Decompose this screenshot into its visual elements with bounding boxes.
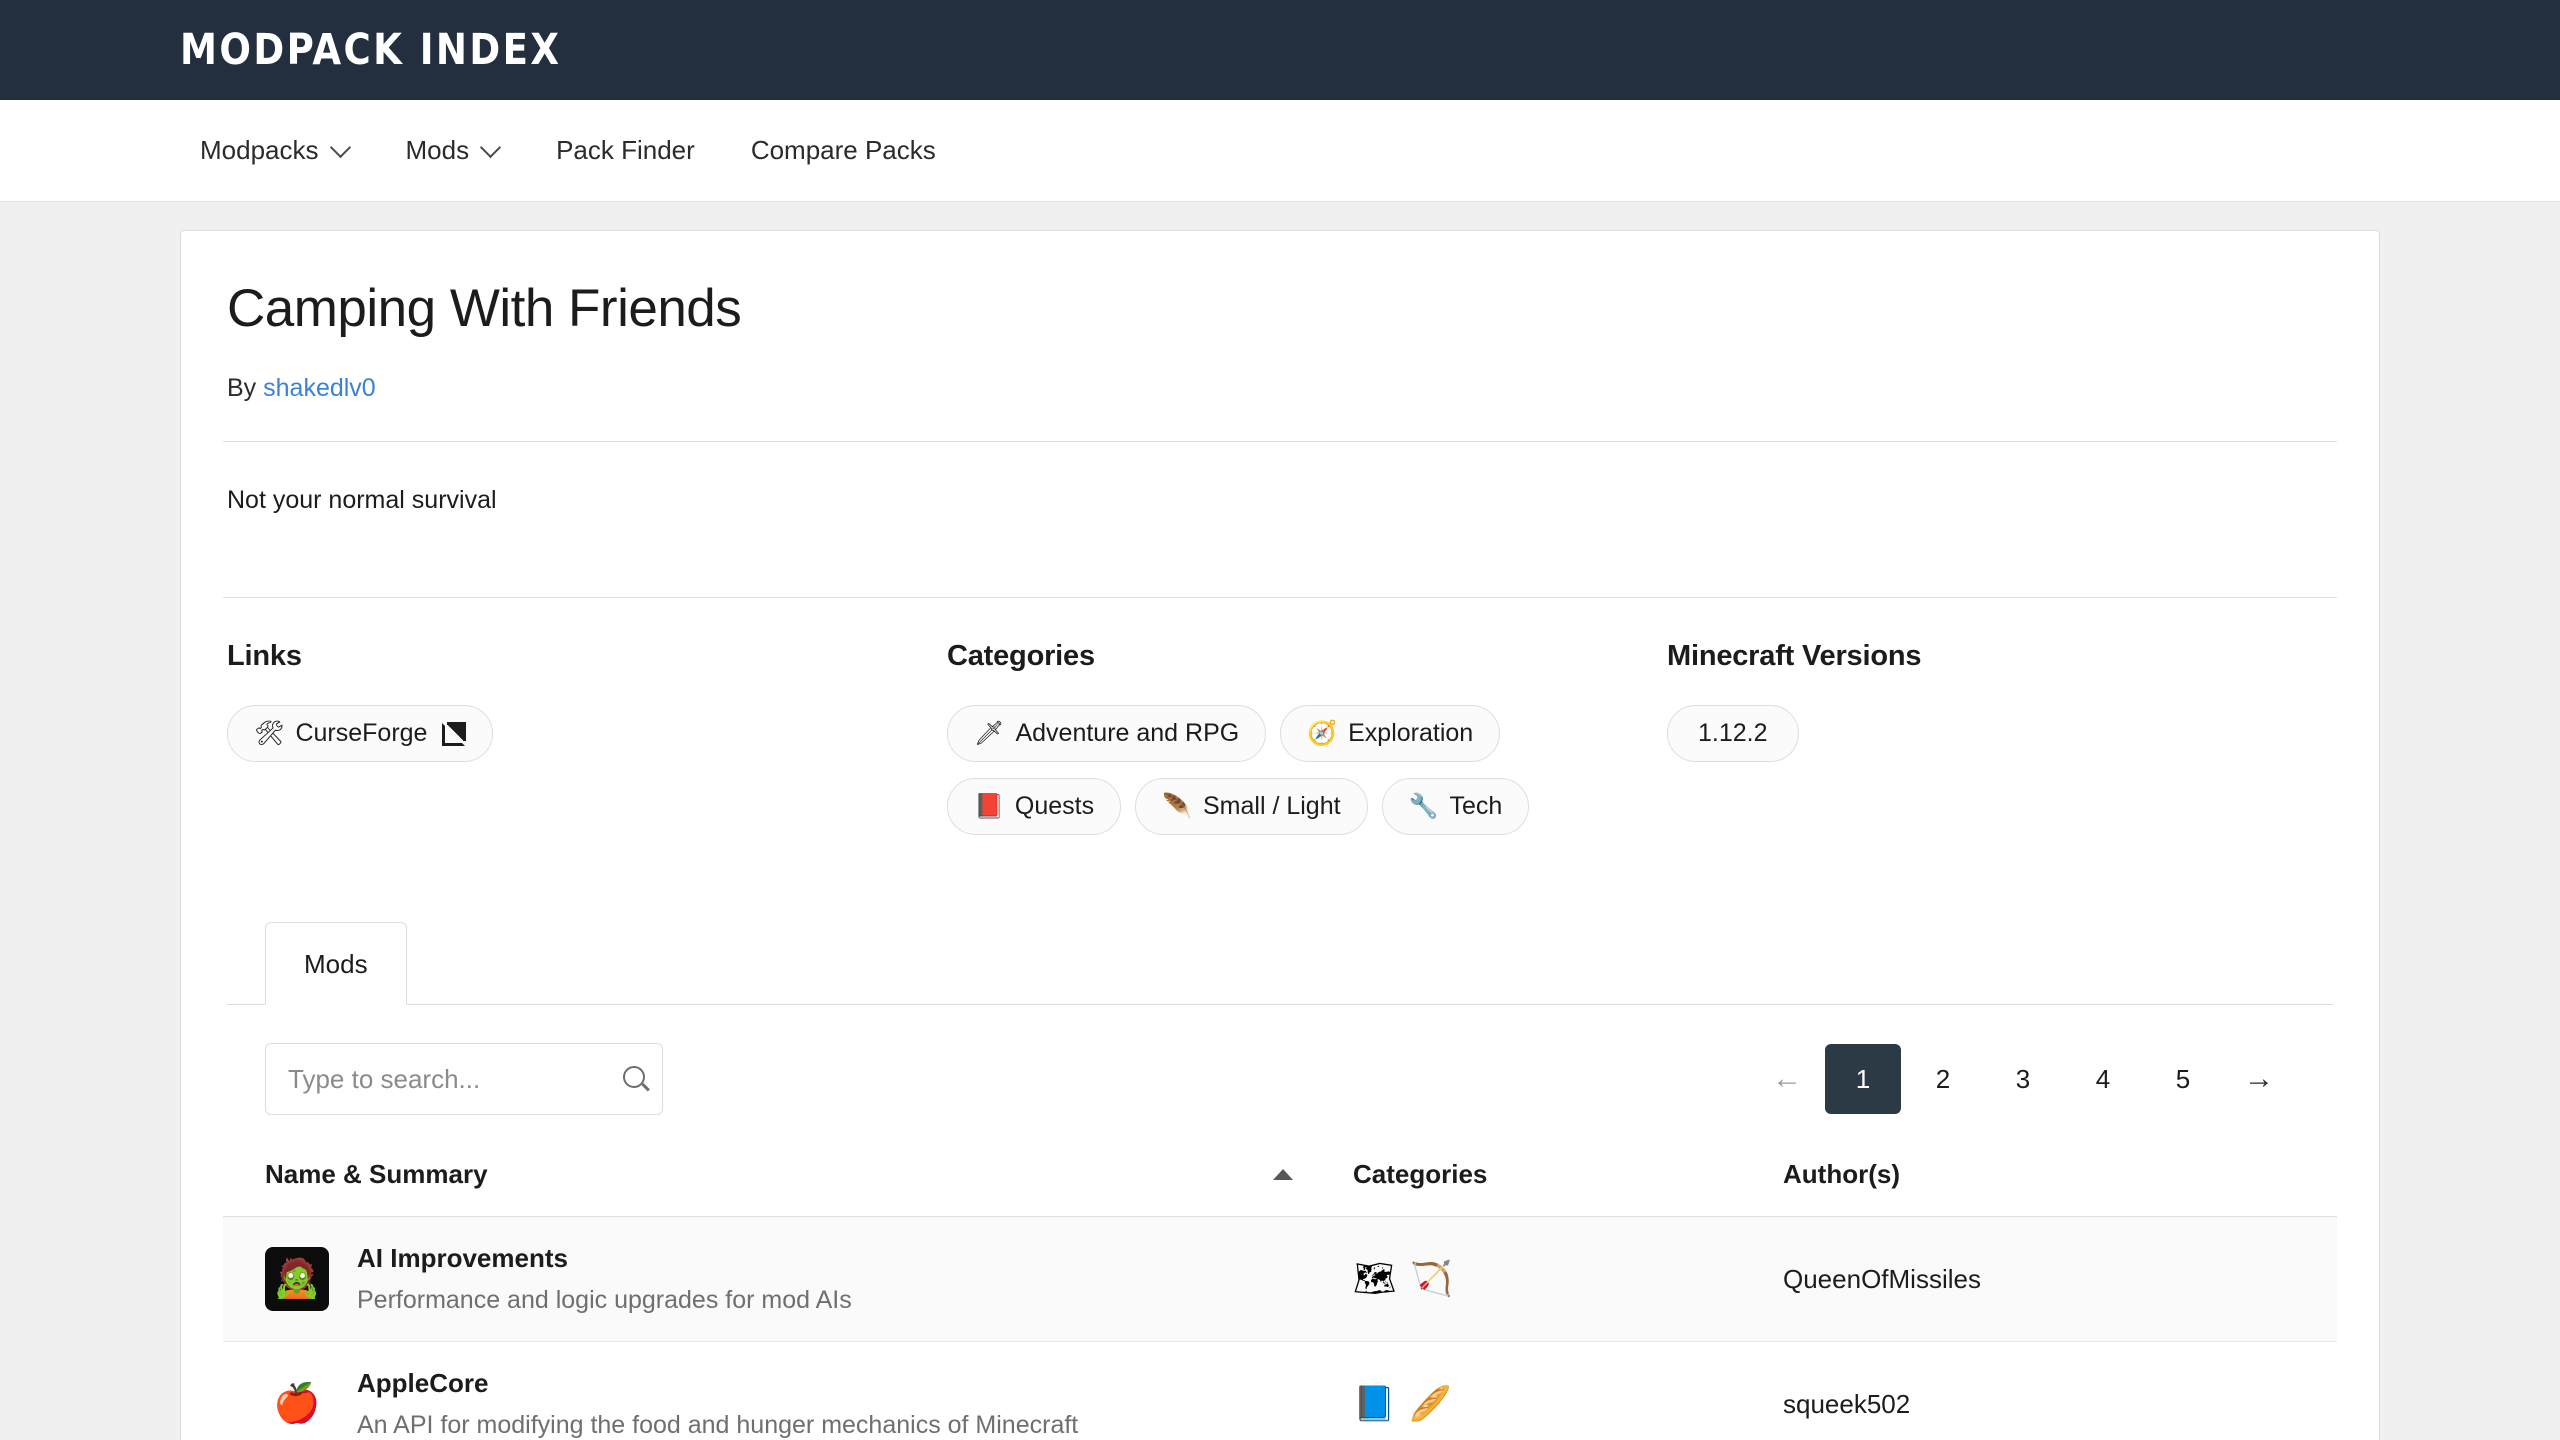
apple-core-icon: 🍎 — [273, 1383, 321, 1426]
minecraft-versions-section: Minecraft Versions 1.12.2 — [1667, 640, 2333, 836]
pagination-next[interactable]: → — [2225, 1044, 2293, 1114]
compass-icon: 🧭 — [1307, 719, 1338, 747]
pagination-page-2[interactable]: 2 — [1905, 1044, 1981, 1114]
category-label: Exploration — [1348, 718, 1474, 747]
pagination-page-4[interactable]: 4 — [2065, 1044, 2141, 1114]
nav-item-pack-finder[interactable]: Pack Finder — [556, 125, 695, 176]
version-label: 1.12.2 — [1698, 718, 1768, 747]
page-body: Camping With Friends By shakedlv0 Not yo… — [0, 202, 2560, 1440]
category-exploration[interactable]: 🧭 Exploration — [1280, 704, 1501, 763]
mod-summary: Performance and logic upgrades for mod A… — [357, 1286, 852, 1315]
search-input[interactable] — [288, 1063, 623, 1095]
category-tech[interactable]: 🔧 Tech — [1381, 778, 1530, 836]
page-title: Camping With Friends — [227, 279, 742, 338]
table-head: Name & Summary Categories Author(s) — [223, 1159, 2337, 1218]
chevron-down-icon — [482, 139, 500, 157]
mod-icon: 🧟 — [265, 1247, 329, 1312]
pagination-page-5[interactable]: 5 — [2145, 1044, 2221, 1114]
site-logo[interactable]: MODPACK INDEX — [180, 28, 561, 72]
links-section: Links 🛠 CurseForge — [227, 640, 947, 836]
category-label: Quests — [1014, 792, 1095, 821]
anvil-icon: 🛠 — [254, 719, 285, 747]
nav-item-label: Mods — [405, 135, 470, 165]
links-heading: Links — [227, 639, 302, 672]
mods-table: Name & Summary Categories Author(s) 🧟 AI… — [223, 1159, 2337, 1440]
mod-name-link[interactable]: AppleCore — [357, 1368, 1078, 1399]
version-badge[interactable]: 1.12.2 — [1667, 704, 1799, 763]
nav-item-modpacks[interactable]: Modpacks — [200, 125, 350, 176]
green-map-icon: 🗺 — [1353, 1260, 1397, 1299]
column-header-name[interactable]: Name & Summary — [223, 1159, 1353, 1218]
tab-mods[interactable]: Mods — [265, 922, 407, 1006]
category-label: Adventure and RPG — [1015, 718, 1240, 747]
pack-description: Not your normal survival — [227, 485, 497, 514]
nav-item-compare-packs[interactable]: Compare Packs — [751, 125, 936, 176]
feather-icon: 🪶 — [1162, 792, 1192, 820]
external-link-icon — [442, 721, 467, 746]
search-box[interactable] — [265, 1043, 663, 1116]
cell-name-summary: 🧟 AI Improvements Performance and logic … — [223, 1216, 1353, 1343]
cell-categories: 🗺 🏹 — [1353, 1216, 1783, 1343]
table-body: 🧟 AI Improvements Performance and logic … — [223, 1216, 2337, 1440]
cell-name-summary: 🍎 AppleCore An API for modifying the foo… — [223, 1341, 1353, 1440]
wrench-icon: 🔧 — [1408, 792, 1439, 820]
links-list: 🛠 CurseForge — [227, 704, 867, 763]
column-header-categories[interactable]: Categories — [1353, 1159, 1783, 1218]
author-link[interactable]: shakedlv0 — [263, 374, 376, 402]
categories-list: 🗡 Adventure and RPG 🧭 Exploration 📕 Ques… — [947, 704, 1587, 836]
nav-item-label: Pack Finder — [556, 135, 695, 165]
pagination-prev[interactable]: ← — [1753, 1044, 1821, 1114]
column-header-authors[interactable]: Author(s) — [1783, 1159, 2337, 1218]
cell-authors: QueenOfMissiles — [1783, 1216, 2337, 1343]
modpack-detail-card: Camping With Friends By shakedlv0 Not yo… — [180, 230, 2380, 1440]
byline: By shakedlv0 — [223, 374, 2337, 403]
table-row[interactable]: 🍎 AppleCore An API for modifying the foo… — [223, 1341, 2337, 1440]
category-label: Tech — [1449, 792, 1503, 821]
category-small-light[interactable]: 🪶 Small / Light — [1135, 778, 1368, 836]
tabs-area: Mods — [223, 921, 2337, 1006]
cell-authors: squeek502 — [1783, 1341, 2337, 1440]
category-quests[interactable]: 📕 Quests — [947, 778, 1122, 836]
link-label: CurseForge — [295, 718, 428, 747]
column-header-label: Name & Summary — [265, 1159, 488, 1190]
categories-heading: Categories — [947, 639, 1095, 672]
site-header: MODPACK INDEX — [0, 0, 2560, 100]
brown-book-icon: 📕 — [974, 792, 1004, 820]
table-toolbar: ← 1 2 3 4 5 → — [223, 1005, 2337, 1116]
bread-icon: 🥖 — [1409, 1385, 1452, 1424]
cell-categories: 📘 🥖 — [1353, 1341, 1783, 1440]
byline-prefix: By — [227, 373, 257, 402]
main-navigation: Modpacks Mods Pack Finder Compare Packs — [0, 100, 2560, 202]
caret-up-icon — [1273, 1169, 1293, 1181]
versions-list: 1.12.2 — [1667, 704, 2307, 763]
pagination-page-3[interactable]: 3 — [1985, 1044, 2061, 1114]
category-label: Small / Light — [1202, 792, 1341, 821]
chevron-down-icon — [332, 139, 350, 157]
pagination: ← 1 2 3 4 5 → — [1751, 1044, 2295, 1115]
mod-icon: 🍎 — [265, 1372, 329, 1437]
category-adventure-and-rpg[interactable]: 🗡 Adventure and RPG — [947, 704, 1267, 763]
table-row[interactable]: 🧟 AI Improvements Performance and logic … — [223, 1216, 2337, 1343]
bow-and-arrow-icon: 🏹 — [1410, 1260, 1453, 1299]
dagger-icon: 🗡 — [974, 719, 1005, 747]
mod-summary: An API for modifying the food and hunger… — [357, 1411, 1079, 1440]
nav-item-label: Compare Packs — [750, 135, 936, 165]
column-header-label: Categories — [1353, 1159, 1488, 1190]
nav-item-label: Modpacks — [200, 135, 319, 165]
pagination-page-1[interactable]: 1 — [1825, 1044, 1901, 1115]
versions-heading: Minecraft Versions — [1667, 639, 1922, 672]
blue-book-icon: 📘 — [1353, 1385, 1396, 1424]
link-curseforge[interactable]: 🛠 CurseForge — [227, 704, 494, 763]
search-icon[interactable] — [623, 1066, 649, 1092]
column-header-label: Author(s) — [1783, 1159, 1900, 1190]
meta-row: Links 🛠 CurseForge Categories 🗡 Adventur… — [223, 598, 2337, 836]
mod-name-link[interactable]: AI Improvements — [357, 1243, 852, 1274]
zombie-icon: 🧟 — [273, 1258, 321, 1301]
table-header-row: Name & Summary Categories Author(s) — [223, 1159, 2337, 1218]
tabstrip: Mods — [227, 921, 2333, 1006]
nav-item-mods[interactable]: Mods — [406, 125, 501, 176]
categories-section: Categories 🗡 Adventure and RPG 🧭 Explora… — [947, 640, 1667, 836]
